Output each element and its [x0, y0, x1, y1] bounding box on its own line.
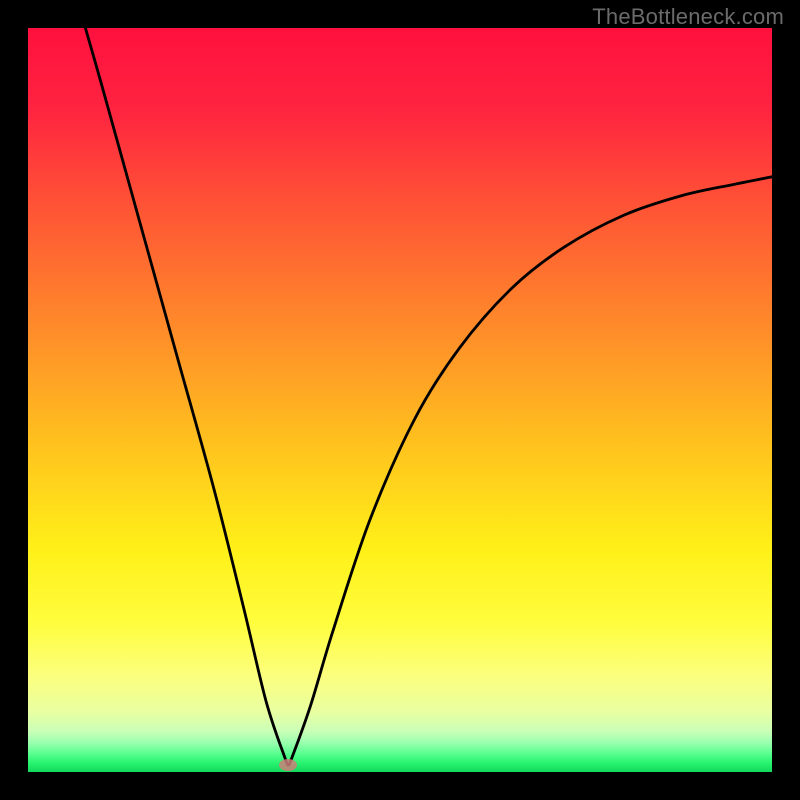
- watermark-text: TheBottleneck.com: [592, 4, 784, 30]
- chart-container: TheBottleneck.com: [0, 0, 800, 800]
- bottleneck-curve: [28, 28, 772, 772]
- min-marker-icon: [279, 759, 297, 771]
- plot-area: [28, 28, 772, 772]
